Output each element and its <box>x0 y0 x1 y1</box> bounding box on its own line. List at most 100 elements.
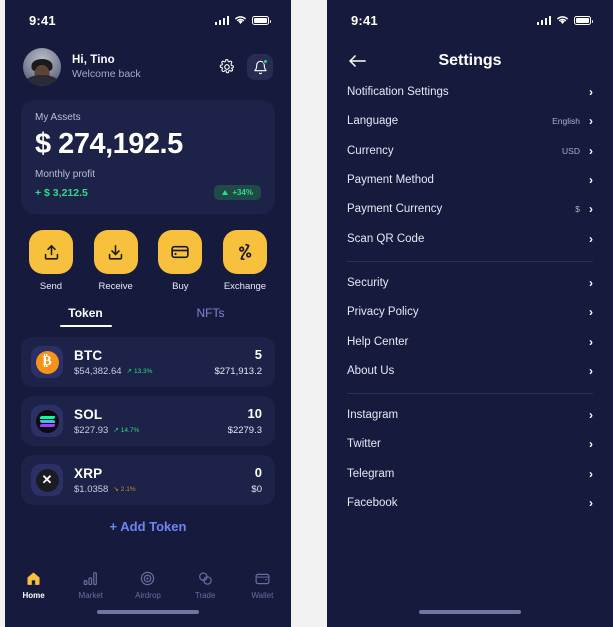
tab-nfts[interactable]: NFTs <box>148 306 273 327</box>
notification-badge-dot <box>263 59 268 64</box>
quick-actions: Send Receive Buy Exchange <box>5 214 291 292</box>
settings-item-scan-qr-code[interactable]: Scan QR Code › <box>347 224 593 253</box>
receive-button[interactable] <box>93 230 138 275</box>
exchange-button[interactable] <box>222 230 267 275</box>
exchange-arrows-icon <box>238 244 252 261</box>
token-price: $1.0358 <box>74 483 109 495</box>
settings-item-help-center[interactable]: Help Center › <box>347 327 593 356</box>
status-bar-time: 9:41 <box>29 12 56 28</box>
monthly-profit-label: Monthly profit <box>35 169 96 181</box>
action-receive[interactable]: Receive <box>88 230 144 292</box>
settings-item-security[interactable]: Security › <box>347 269 593 298</box>
token-symbol: XRP <box>74 465 103 481</box>
settings-item-language[interactable]: Language English › <box>347 107 593 136</box>
settings-item-label: About Us <box>347 364 395 377</box>
settings-item-label: Instagram <box>347 409 399 422</box>
back-button[interactable] <box>347 50 369 72</box>
settings-item-payment-currency[interactable]: Payment Currency $ › <box>347 195 593 224</box>
settings-item-payment-method[interactable]: Payment Method › <box>347 166 593 195</box>
credit-card-icon <box>171 246 189 259</box>
chevron-right-icon: › <box>589 202 593 217</box>
settings-item-notification-settings[interactable]: Notification Settings › <box>347 78 593 107</box>
greeting-subtitle: Welcome back <box>72 68 141 80</box>
settings-item-label: Notification Settings <box>347 86 449 99</box>
avatar[interactable] <box>23 48 61 86</box>
signal-icon <box>536 15 551 25</box>
settings-item-telegram[interactable]: Telegram › <box>347 460 593 489</box>
token-price-row: $227.93 ↗ 14.7% <box>74 425 228 436</box>
token-list: ₿ BTC $54,382.64 ↗ 13.3% 5 $271,913.2 SO… <box>5 327 291 506</box>
action-buy[interactable]: Buy <box>152 230 208 292</box>
add-token-button[interactable]: + Add Token <box>5 519 291 534</box>
change-badge: +34% <box>214 185 261 201</box>
settings-button[interactable] <box>214 54 240 80</box>
settings-item-facebook[interactable]: Facebook › <box>347 489 593 518</box>
token-change: ↘ 2.1% <box>113 485 136 494</box>
settings-item-label: Scan QR Code <box>347 232 425 245</box>
chevron-right-icon: › <box>589 173 593 188</box>
token-change-value: 2.1% <box>120 485 136 493</box>
settings-item-value: English <box>552 116 580 127</box>
chevron-right-icon: › <box>589 114 593 129</box>
nav-label: Wallet <box>251 591 274 600</box>
nav-item-home[interactable]: Home <box>8 570 60 600</box>
chevron-right-icon: › <box>589 305 593 320</box>
nav-item-market[interactable]: Market <box>65 570 117 600</box>
settings-item-label: Privacy Policy <box>347 306 419 319</box>
nav-label: Airdrop <box>135 591 161 600</box>
settings-navbar: Settings <box>327 34 613 78</box>
settings-group-social: Instagram › Twitter › Telegram › Faceboo… <box>327 401 613 518</box>
nav-item-wallet[interactable]: Wallet <box>236 570 288 600</box>
bottom-nav: Home Market Airdrop Trade Wallet <box>5 561 291 627</box>
settings-item-instagram[interactable]: Instagram › <box>347 401 593 430</box>
status-bar-icons <box>536 15 593 25</box>
change-badge-label: +34% <box>232 188 253 198</box>
page-title: Settings <box>438 52 502 69</box>
settings-item-currency[interactable]: Currency USD › <box>347 137 593 166</box>
token-price: $227.93 <box>74 424 109 436</box>
trade-circles-icon <box>198 572 212 585</box>
settings-item-privacy-policy[interactable]: Privacy Policy › <box>347 298 593 327</box>
token-value: $2279.3 <box>227 425 262 437</box>
assets-label: My Assets <box>35 112 81 123</box>
token-quantity: 5 <box>254 347 262 363</box>
status-bar: 9:41 <box>327 0 613 34</box>
chevron-right-icon: › <box>589 334 593 349</box>
wallet-screen: 9:41 Hi, Tino Welcome back My Assets $ 2… <box>5 0 291 627</box>
settings-item-label: Payment Method <box>347 174 434 187</box>
send-button[interactable] <box>29 230 73 275</box>
table-row[interactable]: ✕ XRP $1.0358 ↘ 2.1% 0 $0 <box>21 455 275 506</box>
ripple-icon: ✕ <box>35 468 59 492</box>
greeting-name: Hi, Tino <box>72 54 115 66</box>
solana-icon <box>35 409 59 433</box>
nav-item-airdrop[interactable]: Airdrop <box>122 570 174 600</box>
divider <box>347 260 593 262</box>
screenshot-stage: 9:41 Hi, Tino Welcome back My Assets $ 2… <box>0 0 613 627</box>
settings-screen: 9:41 Settings Notification Settings › La… <box>327 0 613 627</box>
token-quantity: 0 <box>254 465 262 481</box>
tab-token[interactable]: Token <box>23 306 148 327</box>
token-info: SOL $227.93 ↗ 14.7% <box>74 407 228 436</box>
token-holdings: 10 $2279.3 <box>228 406 262 436</box>
token-value: $271,913.2 <box>214 366 262 378</box>
token-symbol: SOL <box>74 406 103 422</box>
gear-icon <box>219 59 234 74</box>
monthly-profit-value: + $ 3,212.5 <box>35 186 88 199</box>
action-send[interactable]: Send <box>23 230 79 292</box>
settings-item-label: Facebook <box>347 497 398 509</box>
buy-button[interactable] <box>158 230 203 275</box>
notifications-button[interactable] <box>247 54 273 80</box>
divider <box>347 392 593 394</box>
action-exchange[interactable]: Exchange <box>217 230 273 292</box>
arrow-up-icon: ↗ <box>126 368 132 376</box>
settings-item-about-us[interactable]: About Us › <box>347 357 593 386</box>
settings-item-twitter[interactable]: Twitter › <box>347 430 593 459</box>
settings-item-label: Telegram <box>347 467 395 480</box>
table-row[interactable]: SOL $227.93 ↗ 14.7% 10 $2279.3 <box>21 396 275 447</box>
table-row[interactable]: ₿ BTC $54,382.64 ↗ 13.3% 5 $271,913.2 <box>21 337 275 388</box>
header-actions <box>214 54 273 80</box>
wifi-icon <box>557 16 568 24</box>
settings-item-value: USD <box>562 145 580 156</box>
nav-item-trade[interactable]: Trade <box>179 570 231 600</box>
token-price-row: $54,382.64 ↗ 13.3% <box>74 366 214 377</box>
